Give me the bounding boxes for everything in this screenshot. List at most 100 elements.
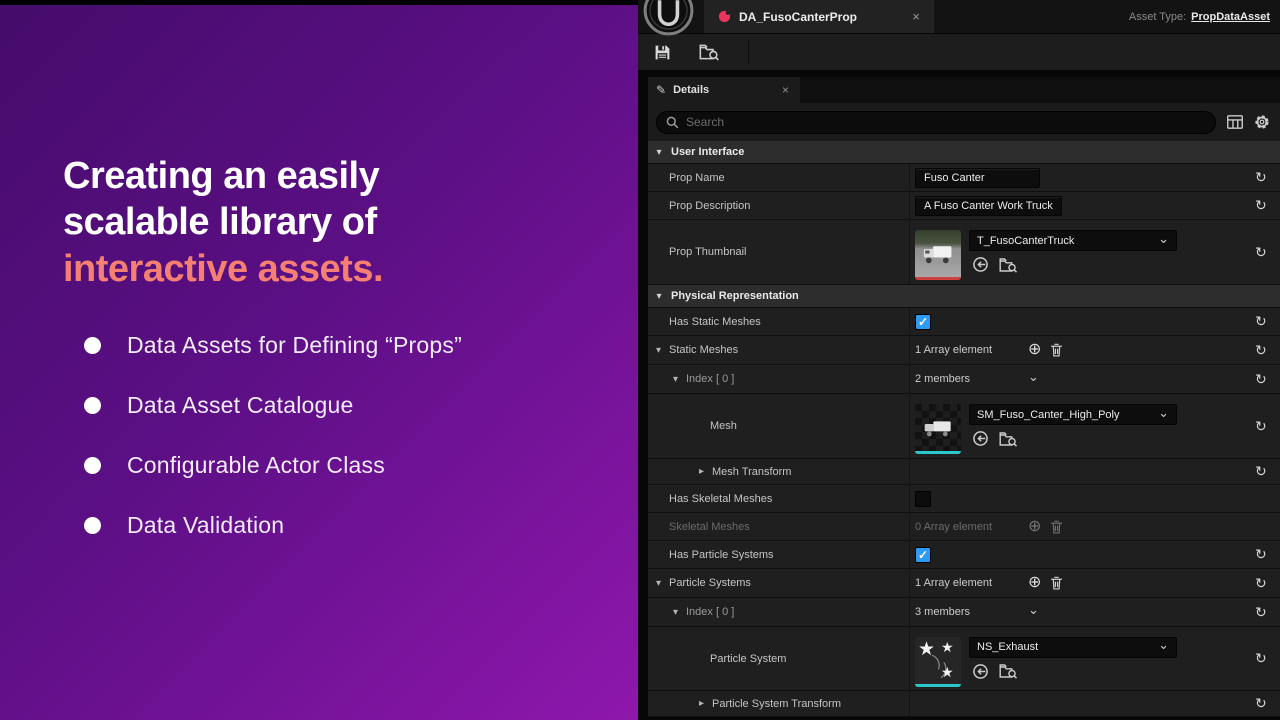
element-options-icon[interactable]: ⌄ <box>1028 369 1039 385</box>
element-options-icon[interactable]: ⌄ <box>1028 602 1039 618</box>
list-item: Data Assets for Defining “Props” <box>84 315 462 375</box>
reset-to-default-icon[interactable]: ↺ <box>1255 463 1267 480</box>
use-selected-asset-icon[interactable] <box>972 256 989 273</box>
browse-to-asset-icon[interactable] <box>999 663 1018 679</box>
row-prop-description: Prop Description A Fuso Canter Work Truc… <box>648 192 1280 220</box>
delete-all-elements-icon[interactable] <box>1050 576 1063 590</box>
display-grid-icon[interactable] <box>1227 115 1243 129</box>
chevron-down-icon[interactable]: ▾ <box>653 291 665 302</box>
has-particle-systems-checkbox[interactable]: ✓ <box>915 546 931 563</box>
delete-all-elements-icon[interactable] <box>1050 343 1063 357</box>
chevron-down-icon[interactable]: ▾ <box>652 578 665 589</box>
chevron-right-icon[interactable]: ▸ <box>695 698 708 709</box>
reset-to-default-icon[interactable]: ↺ <box>1255 604 1267 621</box>
property-label: Has Static Meshes <box>669 315 761 328</box>
bullet-text: Data Asset Catalogue <box>127 391 354 418</box>
data-asset-icon <box>718 10 731 23</box>
folder-search-icon <box>699 44 719 61</box>
niagara-system-dropdown[interactable]: NS_Exhaust ⌄ <box>969 636 1177 658</box>
slide-title-accent: interactive assets. <box>63 247 384 290</box>
texture-thumbnail[interactable] <box>915 230 961 280</box>
property-label: Has Particle Systems <box>669 548 774 561</box>
bullet-text: Configurable Actor Class <box>127 451 385 478</box>
reset-to-default-icon[interactable]: ↺ <box>1255 313 1267 330</box>
browse-to-asset-button[interactable] <box>699 43 720 61</box>
array-count: 1 Array element <box>915 577 993 589</box>
prop-name-field[interactable]: Fuso Canter <box>915 167 1040 188</box>
reset-to-default-icon[interactable]: ↺ <box>1255 546 1267 563</box>
search-box[interactable] <box>656 110 1216 134</box>
reset-to-default-icon[interactable]: ↺ <box>1255 371 1267 388</box>
save-button[interactable] <box>654 44 671 61</box>
struct-members-count: 2 members <box>915 373 971 385</box>
use-selected-asset-icon[interactable] <box>972 663 989 680</box>
row-skeletal-meshes: Skeletal Meshes 0 Array element ⊕ <box>648 513 1280 541</box>
bullet-dot-icon <box>84 516 101 534</box>
list-item: Data Asset Catalogue <box>84 375 462 435</box>
star-icon: ★ <box>918 638 936 660</box>
property-label: Particle Systems <box>669 577 751 589</box>
asset-type-value[interactable]: PropDataAsset <box>1191 11 1270 23</box>
chevron-down-icon[interactable]: ▾ <box>669 374 682 385</box>
reset-to-default-icon[interactable]: ↺ <box>1255 197 1267 214</box>
gear-icon[interactable] <box>1254 114 1270 130</box>
chevron-down-icon[interactable]: ▾ <box>652 345 665 356</box>
toolbar-divider <box>748 41 749 63</box>
row-particle-system-transform: ▸ Particle System Transform ↺ <box>648 691 1280 717</box>
property-label: Prop Description <box>669 199 751 212</box>
row-has-skeletal-meshes: Has Skeletal Meshes <box>648 485 1280 513</box>
reset-to-default-icon[interactable]: ↺ <box>1255 169 1267 186</box>
row-static-meshes: ▾ Static Meshes 1 Array element ⊕ ↺ <box>648 336 1280 365</box>
chevron-down-icon: ⌄ <box>1158 404 1169 420</box>
row-has-particle-systems: Has Particle Systems ✓ ↺ <box>648 541 1280 569</box>
property-label: Skeletal Meshes <box>669 520 750 533</box>
row-mesh-transform: ▸ Mesh Transform ↺ <box>648 459 1280 485</box>
asset-type: Asset Type: PropDataAsset <box>1129 0 1270 33</box>
reset-to-default-icon[interactable]: ↺ <box>1255 418 1267 435</box>
category-user-interface[interactable]: ▾ User Interface <box>648 141 1280 164</box>
reset-to-default-icon[interactable]: ↺ <box>1255 244 1267 261</box>
prop-description-field[interactable]: A Fuso Canter Work Truck <box>915 195 1062 216</box>
row-static-index-0: ▾ Index [ 0 ] 2 members ⌄ ↺ <box>648 365 1280 394</box>
has-skeletal-meshes-checkbox[interactable] <box>915 490 931 507</box>
presentation-slide: Creating an easily scalable library of i… <box>0 5 638 720</box>
tab-title: DA_FusoCanterProp <box>739 9 858 24</box>
chevron-right-icon[interactable]: ▸ <box>695 466 708 477</box>
tab-details[interactable]: ✎ Details × <box>648 77 800 103</box>
search-input[interactable] <box>686 115 1206 129</box>
category-label: Physical Representation <box>671 290 799 302</box>
texture-asset-dropdown[interactable]: T_FusoCanterTruck ⌄ <box>969 230 1177 251</box>
browse-to-asset-icon[interactable] <box>999 257 1018 273</box>
has-static-meshes-checkbox[interactable]: ✓ <box>915 313 931 330</box>
static-mesh-thumbnail[interactable] <box>915 404 961 454</box>
add-element-icon[interactable]: ⊕ <box>1028 342 1041 358</box>
delete-all-elements-icon <box>1051 520 1063 534</box>
close-icon[interactable]: × <box>908 9 924 24</box>
reset-to-default-icon[interactable]: ↺ <box>1255 695 1267 712</box>
reset-to-default-icon[interactable]: ↺ <box>1255 342 1267 359</box>
reset-to-default-icon[interactable]: ↺ <box>1255 650 1267 667</box>
niagara-system-thumbnail[interactable]: ⌒ ⌒ ★ ★ ★ <box>915 636 961 687</box>
tab-da-fusocanterprop[interactable]: DA_FusoCanterProp × <box>704 0 934 33</box>
chevron-down-icon[interactable]: ▾ <box>653 147 665 158</box>
reset-to-default-icon[interactable]: ↺ <box>1255 575 1267 592</box>
chevron-down-icon[interactable]: ▾ <box>669 607 682 618</box>
add-element-icon[interactable]: ⊕ <box>1028 575 1041 591</box>
static-mesh-name: SM_Fuso_Canter_High_Poly <box>977 408 1120 421</box>
use-selected-asset-icon[interactable] <box>972 430 989 447</box>
browse-to-asset-icon[interactable] <box>999 431 1018 447</box>
bullet-dot-icon <box>84 396 101 414</box>
add-element-icon: ⊕ <box>1028 517 1042 535</box>
static-mesh-dropdown[interactable]: SM_Fuso_Canter_High_Poly ⌄ <box>969 404 1177 425</box>
close-icon[interactable]: × <box>779 83 792 97</box>
asset-tab-bar: DA_FusoCanterProp × Asset Type: PropData… <box>638 0 1280 36</box>
chevron-down-icon: ⌄ <box>1158 230 1169 246</box>
bullet-text: Data Assets for Defining “Props” <box>127 331 462 358</box>
slide-title-line1: Creating an easily <box>63 155 380 197</box>
unreal-asset-editor: DA_FusoCanterProp × Asset Type: PropData… <box>638 0 1280 720</box>
unreal-engine-logo-icon[interactable] <box>641 0 696 38</box>
bullet-dot-icon <box>84 336 101 354</box>
category-physical-representation[interactable]: ▾ Physical Representation <box>648 285 1280 308</box>
editor-toolbar <box>638 33 1280 71</box>
slide-bullet-list: Data Assets for Defining “Props” Data As… <box>84 315 462 555</box>
